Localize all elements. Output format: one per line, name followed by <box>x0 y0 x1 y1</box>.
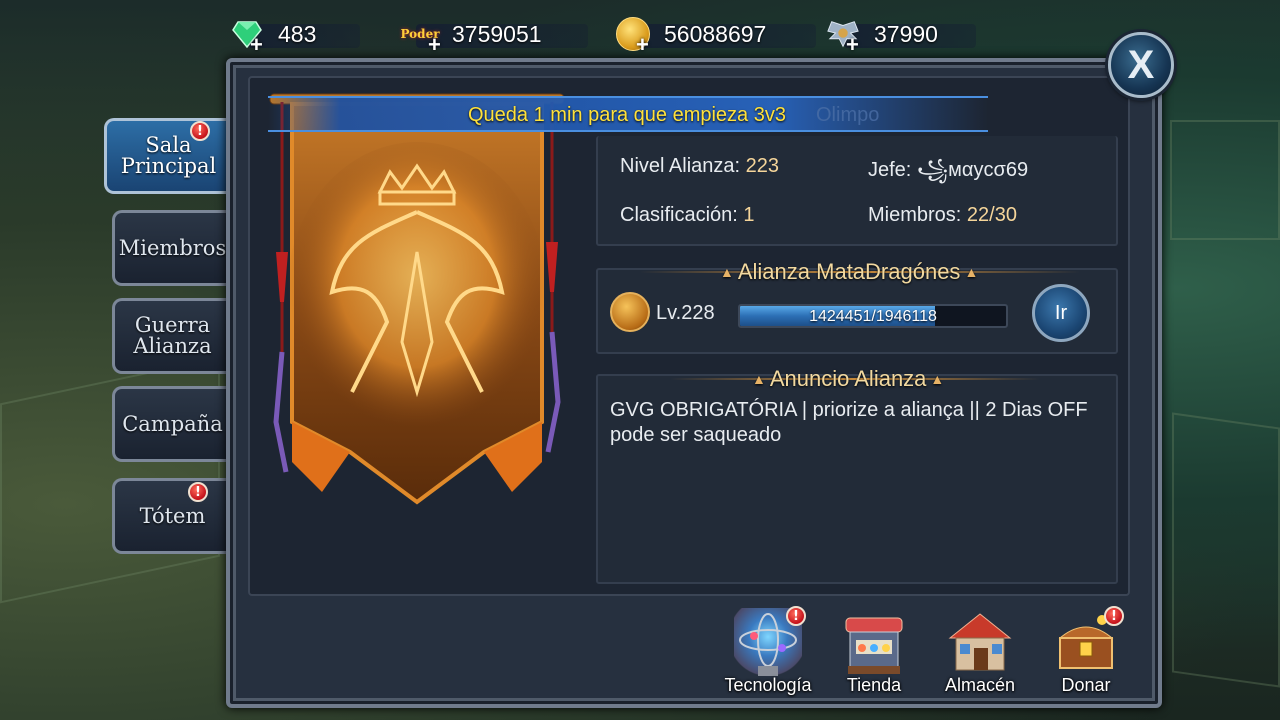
alliance-members-label: Miembros: <box>868 204 962 226</box>
progress-text: 1424451/1946118 <box>809 308 937 325</box>
gold-value: 56088697 <box>664 20 767 47</box>
tab-label: Tótem <box>139 503 206 528</box>
warehouse-button[interactable] <box>940 604 1020 684</box>
alliance-name-title: ▲ Alianza MataDragónes ▲ <box>720 259 978 285</box>
tab-label: Guerra Alianza <box>133 313 212 358</box>
event-notification-text: Queda 1 min para que empieza 3v3 <box>468 104 786 126</box>
title-ornament-icon: ▲ <box>964 264 979 280</box>
shop-label: Tienda <box>846 675 902 695</box>
title-ornament-icon: ▲ <box>930 371 945 387</box>
alliance-name: Alianza MataDragónes <box>737 259 961 284</box>
alliance-rank-value: 1 <box>743 204 755 226</box>
power-value: 3759051 <box>452 20 542 47</box>
alliance-tier-level: Lv.228 <box>656 302 715 324</box>
alliance-level-label: Nivel Alianza: <box>620 155 741 177</box>
alliance-info-box <box>596 136 1118 246</box>
warehouse-icon <box>948 613 1012 671</box>
alliance-rank-label: Clasificación: <box>620 204 738 226</box>
alliance-members-value: 22/30 <box>966 204 1017 226</box>
alliance-leader: Jefe: ꧁мαуcσ69 <box>868 155 1028 195</box>
donate-label: Donar <box>1061 675 1111 695</box>
go-button[interactable]: Ir <box>1032 284 1090 342</box>
honor-resource[interactable]: + 37990 <box>826 14 976 57</box>
tab-campana[interactable]: Campaña <box>112 386 230 462</box>
background-tile <box>1172 412 1280 688</box>
title-ornament-icon: ▲ <box>720 264 734 280</box>
tab-sala-principal[interactable]: Sala Principal <box>104 118 230 194</box>
announcement-title-label: Anuncio Alianza <box>769 366 927 391</box>
shop-button[interactable] <box>834 604 914 684</box>
shop-stall-icon <box>845 617 903 674</box>
alliance-leader-label: Jefe: <box>868 159 912 181</box>
alliance-banner <box>262 92 572 522</box>
tab-totem[interactable]: Tótem <box>112 478 230 554</box>
alliance-level-value: 223 <box>745 155 779 177</box>
alliance-level: Nivel Alianza: 223 <box>620 155 779 178</box>
tab-miembros[interactable]: Miembros <box>112 210 230 286</box>
tab-guerra-alianza[interactable]: Guerra Alianza <box>112 298 230 374</box>
alliance-members: Miembros: 22/30 <box>868 204 1017 227</box>
tab-label: Campaña <box>122 411 223 436</box>
plus-icon: + <box>428 32 441 57</box>
warehouse-icon <box>946 608 1014 680</box>
warehouse-label: Almacén <box>944 675 1016 695</box>
go-button-label: Ir <box>1054 301 1068 324</box>
gems-resource[interactable]: + 483 <box>230 14 360 57</box>
close-icon: X <box>1127 42 1155 87</box>
alliance-leader-value[interactable]: ꧁мαуcσ69 <box>917 159 1028 181</box>
shop-stall-icon <box>840 608 908 680</box>
power-resource[interactable]: Poder + 3759051 <box>398 14 588 57</box>
notification-badge: ! <box>188 482 208 502</box>
plus-icon: + <box>636 32 649 57</box>
announcement-title: ▲ Anuncio Alianza ▲ <box>752 366 944 392</box>
notification-badge: ! <box>786 606 806 626</box>
gold-resource[interactable]: + 56088697 <box>616 14 816 57</box>
alliance-exp-progress-bar: 1424451/1946118 <box>738 304 1008 328</box>
resource-bar: + 483 Poder + 3759051 + 56088697 + 37990 <box>230 10 990 57</box>
tab-label: Miembros <box>118 235 227 260</box>
technology-label: Tecnología <box>724 675 812 695</box>
dragon-level-icon <box>610 292 650 332</box>
honor-value: 37990 <box>874 20 938 47</box>
notification-badge: ! <box>190 121 210 141</box>
close-button[interactable]: X <box>1108 32 1174 98</box>
notification-badge: ! <box>1104 606 1124 626</box>
background-tile <box>1170 120 1280 240</box>
alliance-name-faded: Olimpo <box>816 104 880 126</box>
gems-value: 483 <box>278 20 317 47</box>
alliance-rank: Clasificación: 1 <box>620 204 755 227</box>
plus-icon: + <box>250 32 263 57</box>
plus-icon: + <box>846 32 859 57</box>
tab-label: Sala Principal <box>120 133 217 178</box>
announcement-text: GVG OBRIGATÓRIA | priorize a aliança || … <box>610 399 1088 446</box>
banner-emblem-icon <box>269 93 565 505</box>
title-ornament-icon: ▲ <box>752 371 766 387</box>
